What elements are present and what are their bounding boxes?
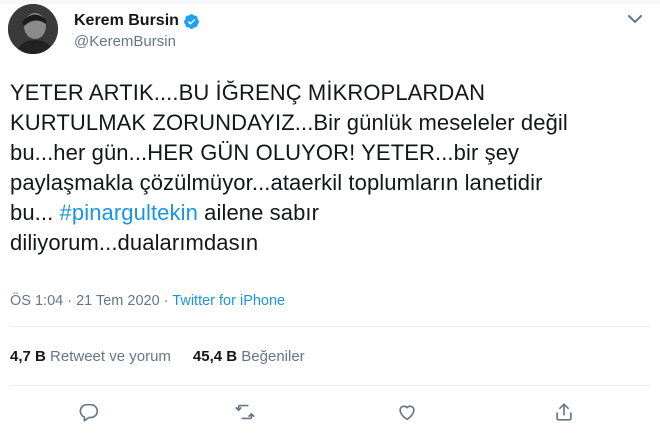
likes-label: Beğeniler: [241, 348, 305, 365]
tweet-text-line: YETER ARTIK....BU İĞRENÇ MİKROPLARDAN: [10, 80, 486, 105]
tweet-text-line: bu... #pinargultekin ailene sabır: [10, 198, 650, 228]
retweet-stat[interactable]: 4,7 B Retweet ve yorum: [10, 348, 171, 365]
action-bar: [0, 399, 660, 427]
share-icon[interactable]: [551, 399, 577, 425]
retweet-icon[interactable]: [232, 399, 258, 425]
like-icon[interactable]: [394, 399, 420, 425]
retweet-label: Retweet ve yorum: [50, 348, 171, 365]
tweet-text-line: paylaşmakla çözülmüyor...ataerkil toplum…: [10, 170, 543, 195]
tweet-text-line: diliyorum...dualarımdasın: [10, 230, 259, 255]
likes-stat[interactable]: 45,4 B Beğeniler: [193, 348, 305, 365]
user-name-row: Kerem Bursin: [74, 10, 200, 32]
tweet-meta: ÖS 1:04 · 21 Tem 2020 · Twitter for iPho…: [10, 293, 285, 309]
timestamp[interactable]: ÖS 1:04 · 21 Tem 2020 ·: [10, 293, 172, 309]
source-link[interactable]: Twitter for iPhone: [172, 293, 285, 309]
chevron-down-icon[interactable]: [624, 10, 646, 28]
tweet-text-line: KURTULMAK ZORUNDAYIZ...Bir günlük mesele…: [10, 110, 568, 135]
tweet-text-line: bu...her gün...HER GÜN OLUYOR! YETER...b…: [10, 140, 520, 165]
divider: [10, 385, 650, 386]
reply-icon[interactable]: [76, 399, 102, 425]
tweet-text-fragment: bu...: [10, 200, 60, 225]
display-name[interactable]: Kerem Bursin: [74, 12, 179, 30]
avatar-image: [8, 4, 58, 54]
tweet-text-fragment: ailene sabır: [197, 200, 320, 225]
avatar[interactable]: [8, 4, 58, 54]
divider: [10, 326, 650, 327]
verified-badge-icon: [183, 13, 200, 30]
hashtag-link[interactable]: #pinargultekin: [60, 200, 198, 225]
retweet-count: 4,7 B: [10, 348, 46, 365]
top-strip: [0, 0, 660, 4]
tweet-stats: 4,7 B Retweet ve yorum 45,4 B Beğeniler: [10, 348, 305, 365]
likes-count: 45,4 B: [192, 348, 238, 365]
user-handle[interactable]: @KeremBursin: [74, 33, 176, 50]
tweet-text: YETER ARTIK....BU İĞRENÇ MİKROPLARDAN KU…: [10, 78, 650, 258]
